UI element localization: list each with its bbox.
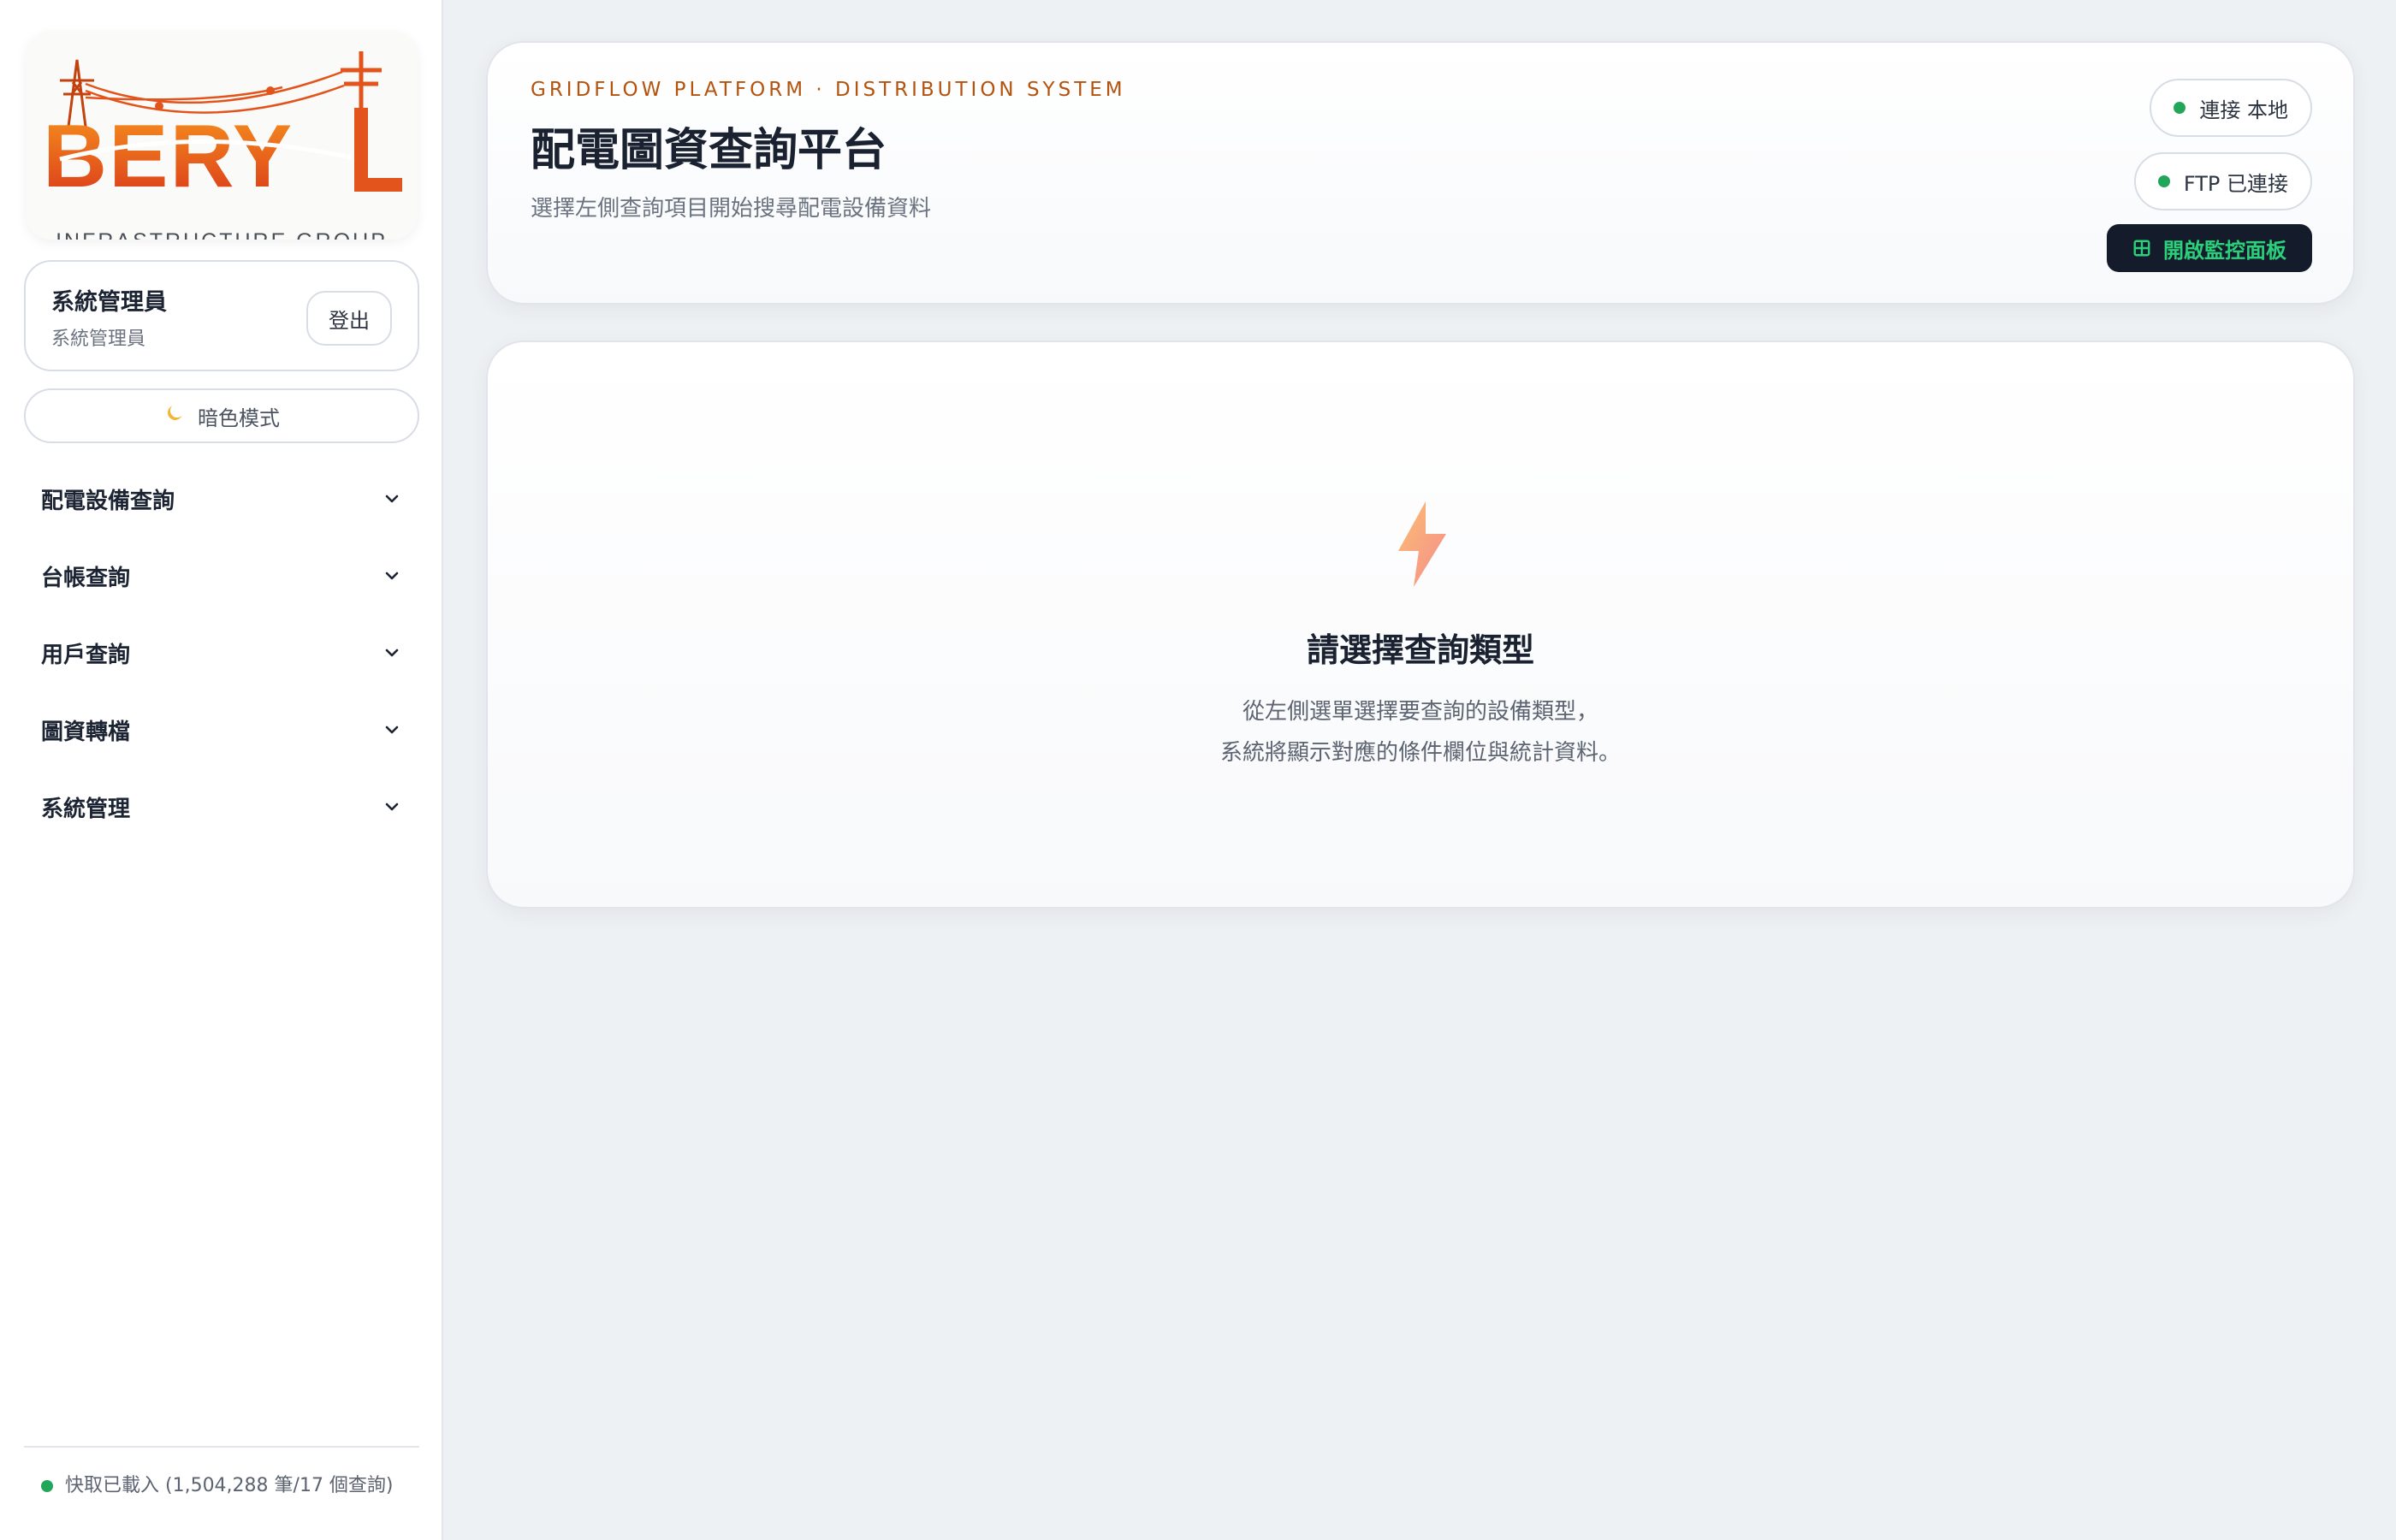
brand-logo: BERY INFRASTRUCTURE GROUP xyxy=(26,31,418,240)
page-title: 配電圖資查詢平台 xyxy=(531,125,887,176)
sidebar-item-label: 用戶查詢 xyxy=(41,642,131,668)
sidebar-item-system-admin[interactable]: 系統管理 xyxy=(24,768,419,845)
sidebar: BERY INFRASTRUCTURE GROUP 系統管理員 系統管理員 登出… xyxy=(0,0,443,1540)
page-subtitle: 選擇左側查詢項目開始搜尋配電設備資料 xyxy=(531,196,932,222)
chevron-down-icon xyxy=(385,649,399,657)
status-dot-icon xyxy=(2174,102,2186,114)
logout-button[interactable]: 登出 xyxy=(306,291,392,346)
user-role: 系統管理員 xyxy=(51,329,146,350)
sidebar-item-label: 配電設備查詢 xyxy=(41,488,175,514)
empty-state-line-1: 從左側選單選擇要查詢的設備類型， xyxy=(1242,699,1598,725)
chevron-down-icon xyxy=(385,572,399,580)
status-dot-icon xyxy=(2157,175,2170,187)
moon-icon xyxy=(163,402,186,429)
dark-mode-label: 暗色模式 xyxy=(198,406,280,430)
cache-status: 快取已載入 (1,504,288 筆/17 個查詢) xyxy=(41,1473,394,1499)
connection-status-label: 連接 本地 xyxy=(2199,98,2288,122)
dark-mode-toggle[interactable]: 暗色模式 xyxy=(24,388,419,443)
chevron-down-icon xyxy=(385,726,399,734)
sidebar-item-label: 台帳查詢 xyxy=(41,565,131,591)
empty-state-line-2: 系統將顯示對應的條件欄位與統計資料。 xyxy=(1219,740,1621,766)
brand-tagline: INFRASTRUCTURE GROUP xyxy=(26,229,418,240)
ftp-status-label: FTP 已連接 xyxy=(2183,171,2288,196)
empty-state-panel: 請選擇查詢類型 從左側選單選擇要查詢的設備類型， 系統將顯示對應的條件欄位與統計… xyxy=(486,341,2355,909)
sidebar-item-equipment-query[interactable]: 配電設備查詢 xyxy=(24,460,419,537)
open-monitor-label: 開啟監控面板 xyxy=(2163,238,2286,263)
status-dot-icon xyxy=(41,1480,53,1492)
sidebar-item-ledger-query[interactable]: 台帳查詢 xyxy=(24,537,419,614)
sidebar-item-label: 圖資轉檔 xyxy=(41,719,131,745)
connection-status-badge[interactable]: 連接 本地 xyxy=(2150,79,2312,137)
user-name: 系統管理員 xyxy=(51,289,167,316)
power-lines-logo-graphic: BERY xyxy=(43,51,402,206)
open-monitor-button[interactable]: 開啟監控面板 xyxy=(2107,224,2312,272)
chevron-down-icon xyxy=(385,495,399,503)
sidebar-nav: 配電設備查詢 台帳查詢 用戶查詢 圖資轉檔 系統管理 xyxy=(24,460,419,845)
lightning-icon xyxy=(1398,501,1446,587)
page-header: GRIDFLOW PLATFORM · DISTRIBUTION SYSTEM … xyxy=(486,41,2355,305)
sidebar-footer-divider xyxy=(24,1446,419,1448)
chevron-down-icon xyxy=(385,803,399,811)
sidebar-item-label: 系統管理 xyxy=(41,796,131,822)
user-card: 系統管理員 系統管理員 登出 xyxy=(24,260,419,371)
cache-status-text: 快取已載入 (1,504,288 筆/17 個查詢) xyxy=(65,1475,394,1496)
sidebar-item-map-conversion[interactable]: 圖資轉檔 xyxy=(24,691,419,768)
sidebar-item-customer-query[interactable]: 用戶查詢 xyxy=(24,614,419,691)
grid-icon xyxy=(2133,240,2150,257)
empty-state-title: 請選擇查詢類型 xyxy=(1306,631,1534,669)
ftp-status-badge[interactable]: FTP 已連接 xyxy=(2133,152,2312,210)
empty-state-description: 從左側選單選擇要查詢的設備類型， 系統將顯示對應的條件欄位與統計資料。 xyxy=(488,691,2353,773)
platform-eyebrow: GRIDFLOW PLATFORM · DISTRIBUTION SYSTEM xyxy=(531,79,1126,101)
